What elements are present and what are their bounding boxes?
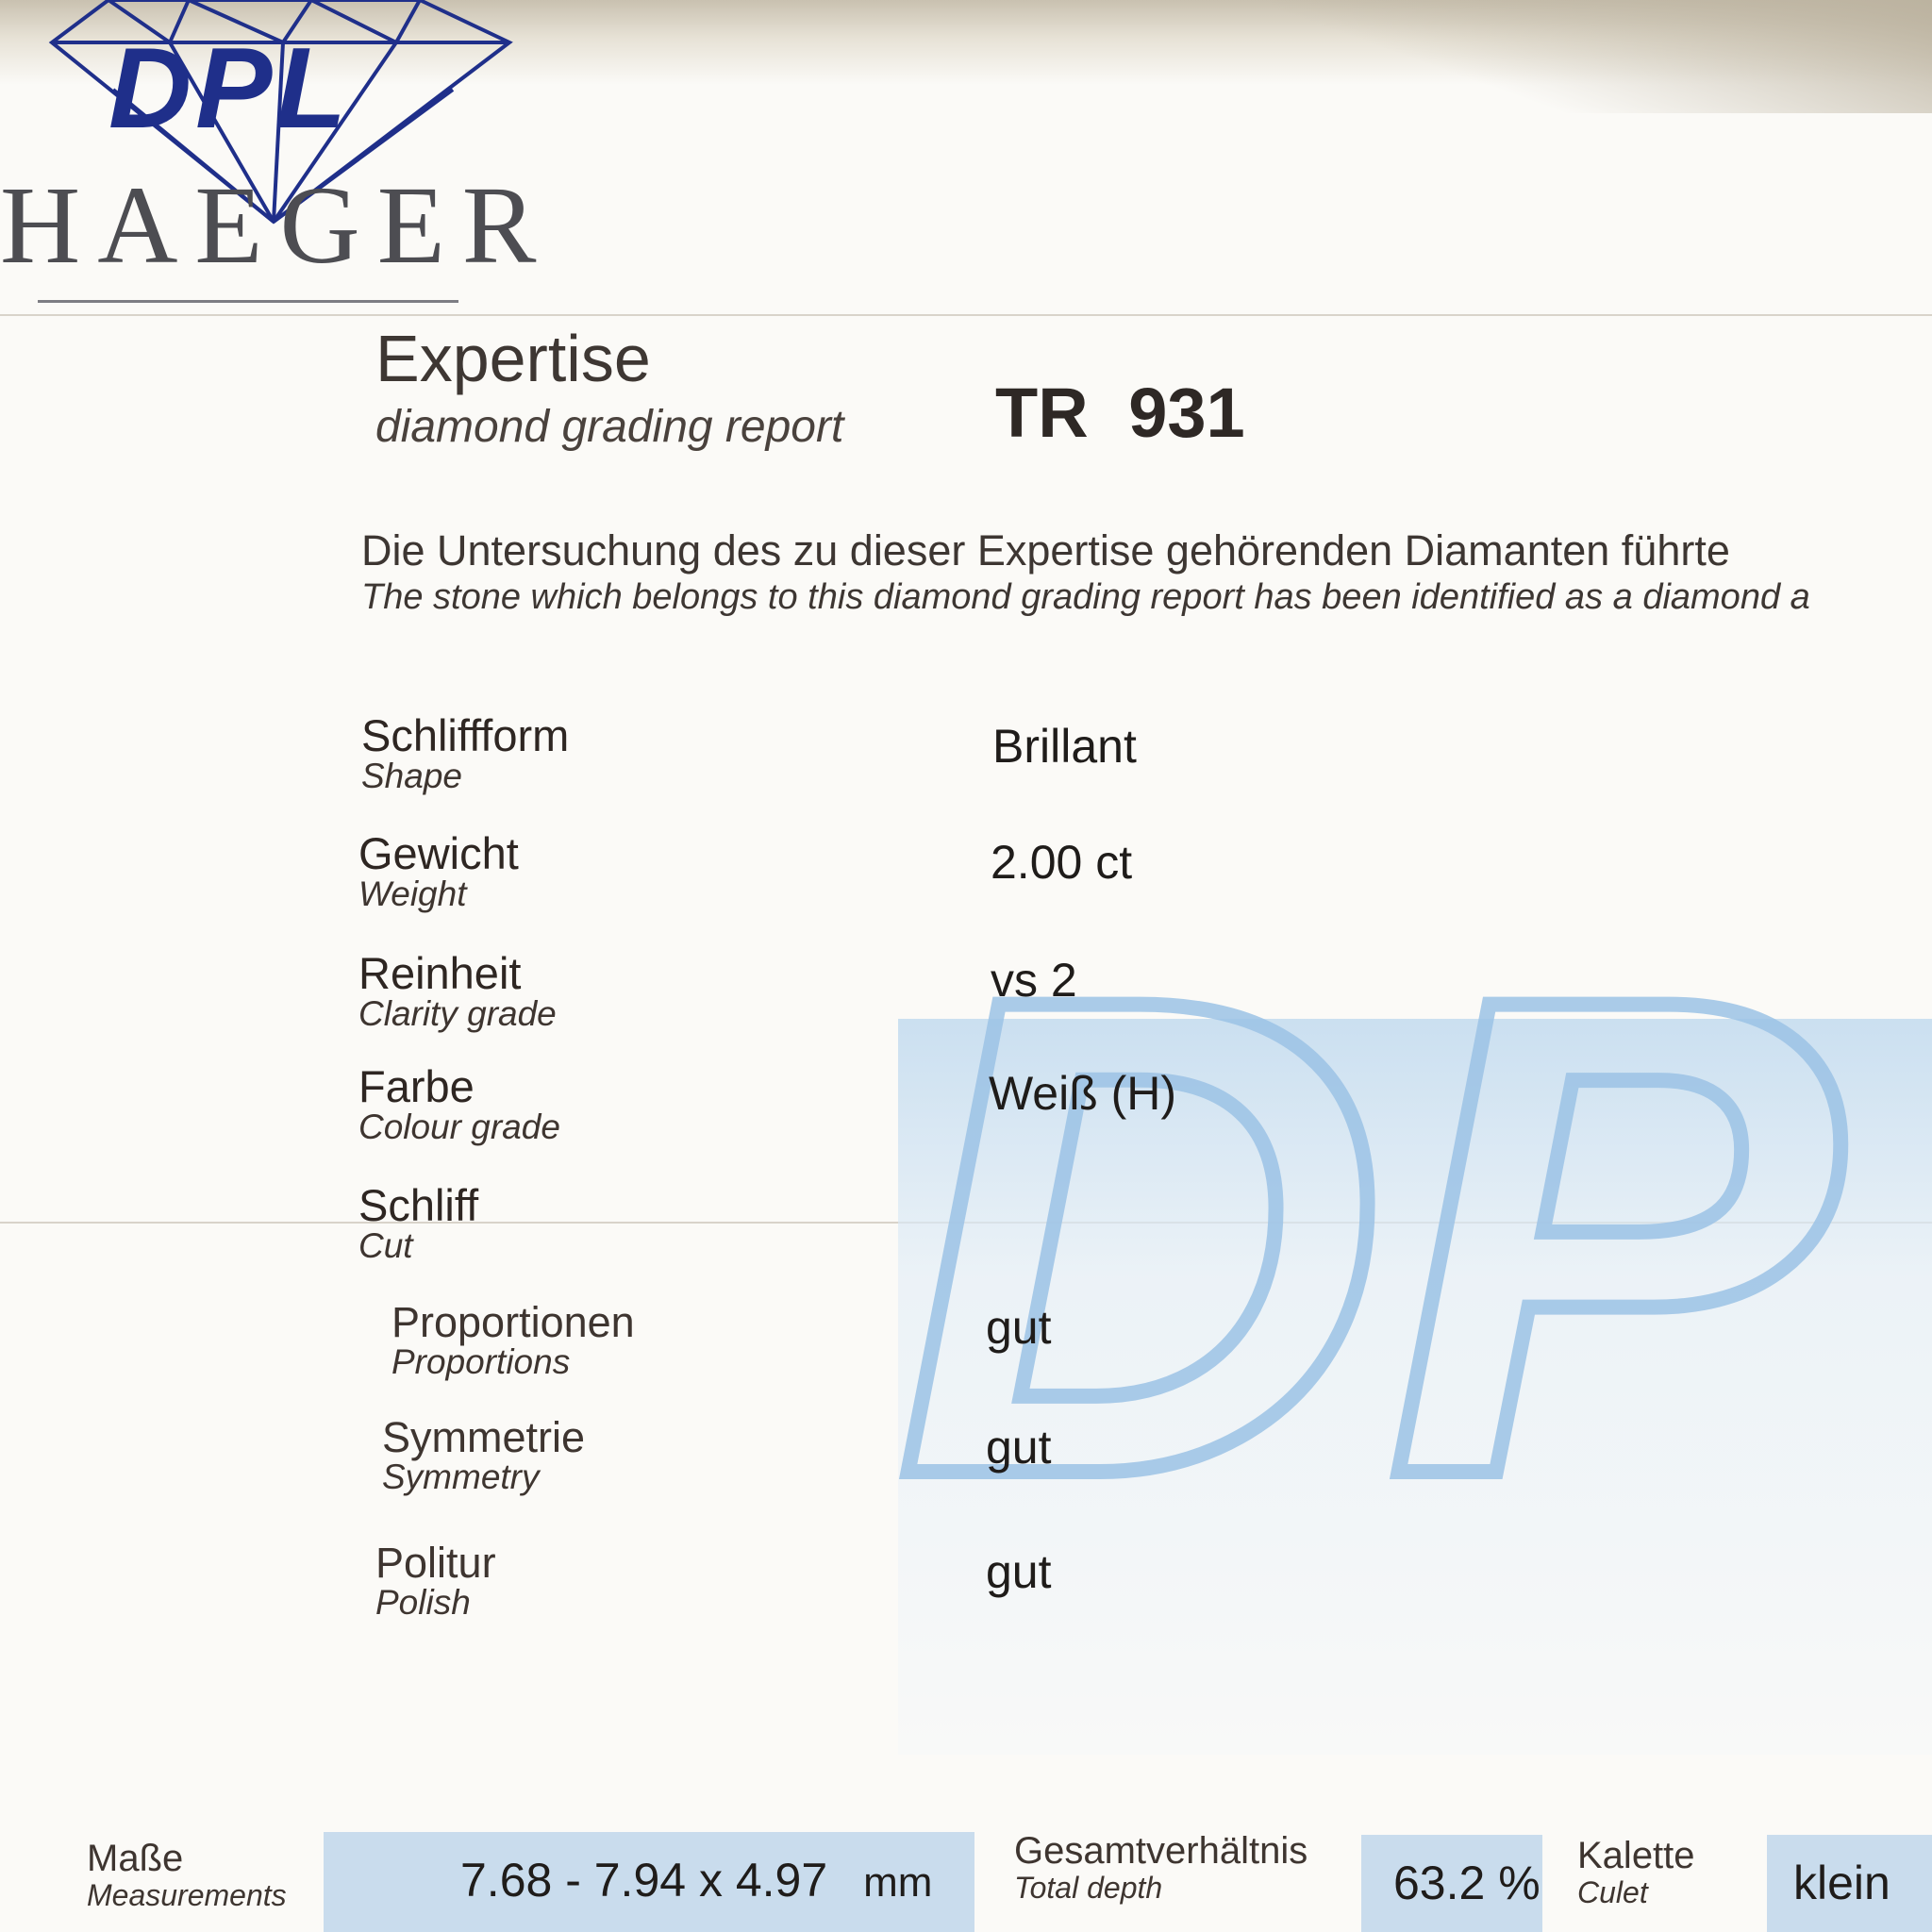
fold-line-top: [0, 314, 1932, 316]
field-label-en: Clarity grade: [358, 994, 557, 1034]
field-colour-label: Farbe Colour grade: [358, 1063, 560, 1146]
field-label-en: Symmetry: [382, 1457, 540, 1497]
field-label-en: Polish: [375, 1583, 471, 1623]
field-label-de: Schliff: [358, 1180, 479, 1230]
measurements-value-box: 7.68 - 7.94 x 4.97 mm: [324, 1832, 974, 1932]
total-depth-label: Gesamtverhältnis Total depth: [1014, 1830, 1307, 1905]
report-subtitle: diamond grading report: [375, 402, 844, 452]
measurements-label-en: Measurements: [87, 1878, 287, 1912]
culet-label: Kalette Culet: [1577, 1835, 1695, 1909]
brand-name: HAEGER: [0, 163, 554, 287]
total-depth-value: 63.2 %: [1361, 1835, 1542, 1932]
field-weight-value: 2.00 ct: [991, 836, 1133, 889]
measurements-value: 7.68 - 7.94 x 4.97: [460, 1854, 828, 1907]
field-cut-label: Schliff Cut: [358, 1182, 478, 1265]
field-shape-value: Brillant: [992, 720, 1137, 773]
field-clarity-value: vs 2: [991, 954, 1077, 1007]
brand-underline: [38, 300, 458, 303]
field-label-de: Symmetrie: [382, 1413, 586, 1461]
field-shape-label: Schliffform Shape: [361, 712, 569, 795]
measurements-unit: mm: [863, 1859, 933, 1906]
field-proportions-value: gut: [986, 1301, 1052, 1354]
field-symmetry-label: Symmetrie Symmetry: [382, 1415, 585, 1496]
field-label-en: Shape: [361, 757, 462, 796]
field-symmetry-value: gut: [986, 1421, 1052, 1474]
culet-label-en: Culet: [1577, 1875, 1648, 1909]
field-clarity-label: Reinheit Clarity grade: [358, 950, 557, 1033]
field-label-en: Colour grade: [358, 1108, 560, 1147]
field-label-de: Schliffform: [361, 710, 570, 760]
field-label-de: Gewicht: [358, 828, 519, 878]
culet-label-de: Kalette: [1577, 1835, 1695, 1876]
field-colour-value: Weiß (H): [989, 1067, 1177, 1120]
paper-corner-shadow: [1272, 0, 1932, 113]
field-label-de: Reinheit: [358, 948, 522, 998]
field-proportions-label: Proportionen Proportions: [391, 1300, 635, 1381]
total-depth-label-en: Total depth: [1014, 1871, 1163, 1905]
total-depth-label-de: Gesamtverhältnis: [1014, 1830, 1308, 1872]
measurements-label: Maße Measurements: [87, 1838, 287, 1912]
intro-text-en: The stone which belongs to this diamond …: [361, 577, 1810, 617]
field-polish-label: Politur Polish: [375, 1541, 496, 1622]
field-label-de: Politur: [375, 1539, 496, 1587]
intro-text-de: Die Untersuchung des zu dieser Expertise…: [361, 526, 1730, 575]
field-label-de: Proportionen: [391, 1298, 635, 1346]
field-label-en: Proportions: [391, 1342, 571, 1382]
report-title: Expertise: [375, 322, 651, 395]
culet-value: klein: [1767, 1835, 1932, 1932]
field-label-de: Farbe: [358, 1061, 475, 1111]
logo-text: DPL: [108, 24, 350, 152]
report-number: TR 931: [995, 374, 1245, 452]
field-weight-label: Gewicht Weight: [358, 830, 519, 913]
field-polish-value: gut: [986, 1545, 1052, 1598]
measurements-label-de: Maße: [87, 1838, 184, 1879]
field-label-en: Weight: [358, 874, 467, 914]
field-label-en: Cut: [358, 1226, 413, 1266]
